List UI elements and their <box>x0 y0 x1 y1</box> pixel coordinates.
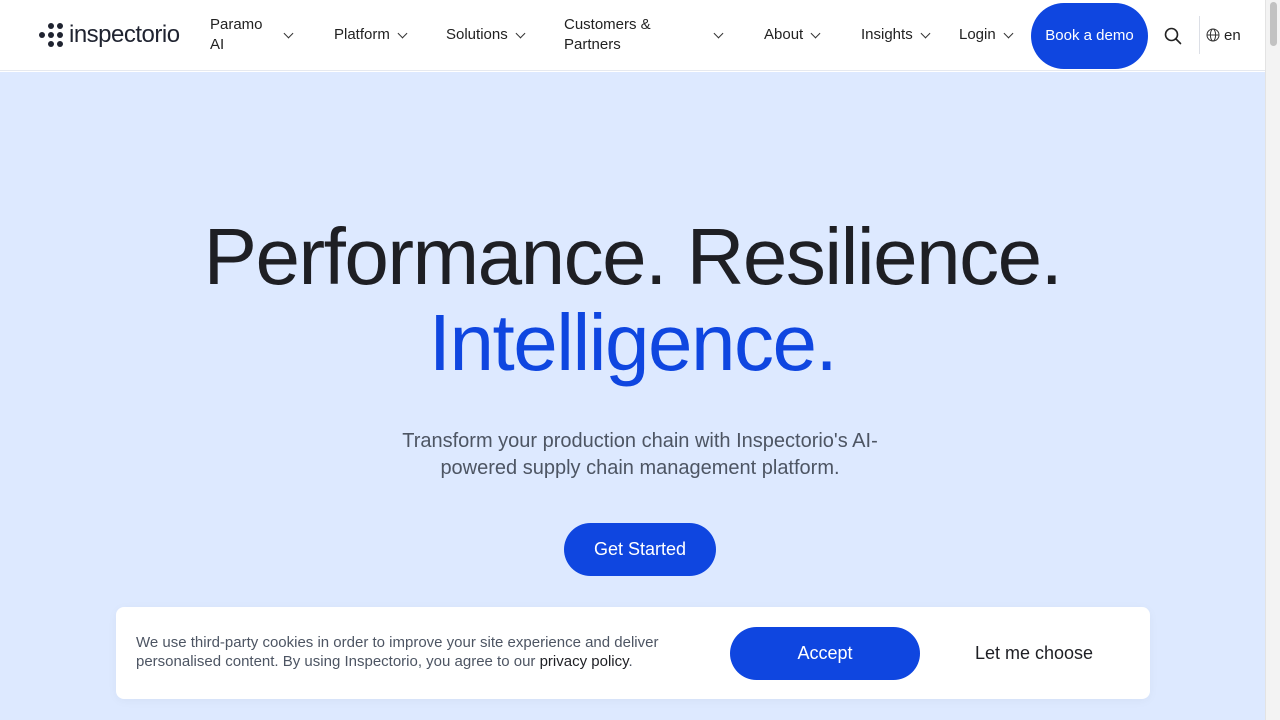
cookie-message-trailing: . <box>628 653 633 670</box>
brand-logo[interactable]: inspectorio <box>39 20 180 50</box>
cookie-banner: We use third-party cookies in order to i… <box>116 607 1150 699</box>
nav-divider <box>1199 16 1200 54</box>
language-selector[interactable]: en <box>1206 24 1241 46</box>
chevron-down-icon <box>284 30 294 40</box>
chevron-down-icon <box>516 30 526 40</box>
get-started-button[interactable]: Get Started <box>564 523 716 576</box>
nav-item-label: About <box>764 26 804 43</box>
top-navigation: inspectorio Paramo AI Platform Solutions… <box>0 0 1265 71</box>
cookie-message: We use third-party cookies in order to i… <box>136 633 696 671</box>
privacy-policy-link[interactable]: privacy policy <box>540 653 629 670</box>
language-code: en <box>1224 26 1241 44</box>
brand-name: inspectorio <box>69 21 180 48</box>
book-demo-button[interactable]: Book a demo <box>1031 3 1148 69</box>
nav-item-insights[interactable]: Insights <box>861 14 931 56</box>
hero-headline-line2: Intelligence. <box>428 298 838 387</box>
hero-headline-line1: Performance. Resilience. <box>203 212 1063 301</box>
chevron-down-icon <box>921 30 931 40</box>
accept-cookies-button[interactable]: Accept <box>730 627 920 680</box>
search-icon <box>1164 27 1182 45</box>
nav-item-platform[interactable]: Platform <box>334 14 408 56</box>
hero-subtitle: Transform your production chain with Ins… <box>402 430 878 479</box>
nav-item-label: Login <box>959 26 996 43</box>
nav-item-label: Customers & Partners <box>564 16 651 53</box>
chevron-down-icon <box>398 30 408 40</box>
search-button[interactable] <box>1161 24 1185 48</box>
nav-item-label: Paramo AI <box>210 16 263 53</box>
nav-item-label: Insights <box>861 26 913 43</box>
let-me-choose-button[interactable]: Let me choose <box>950 627 1118 680</box>
nav-item-solutions[interactable]: Solutions <box>446 14 526 56</box>
nav-item-label: Platform <box>334 26 390 43</box>
chevron-down-icon <box>811 30 821 40</box>
page-scrollbar[interactable] <box>1265 0 1280 720</box>
nav-item-label: Solutions <box>446 26 508 43</box>
dot-grid-logo-icon <box>39 23 63 47</box>
chevron-down-icon <box>714 30 724 40</box>
nav-item-about[interactable]: About <box>764 14 821 56</box>
chevron-down-icon <box>1004 30 1014 40</box>
nav-item-customers-partners[interactable]: Customers & Partners <box>564 14 726 56</box>
globe-icon <box>1206 28 1220 42</box>
scrollbar-thumb[interactable] <box>1270 2 1277 46</box>
nav-item-login[interactable]: Login <box>959 14 1014 56</box>
nav-item-paramo-ai[interactable]: Paramo AI <box>210 14 296 56</box>
